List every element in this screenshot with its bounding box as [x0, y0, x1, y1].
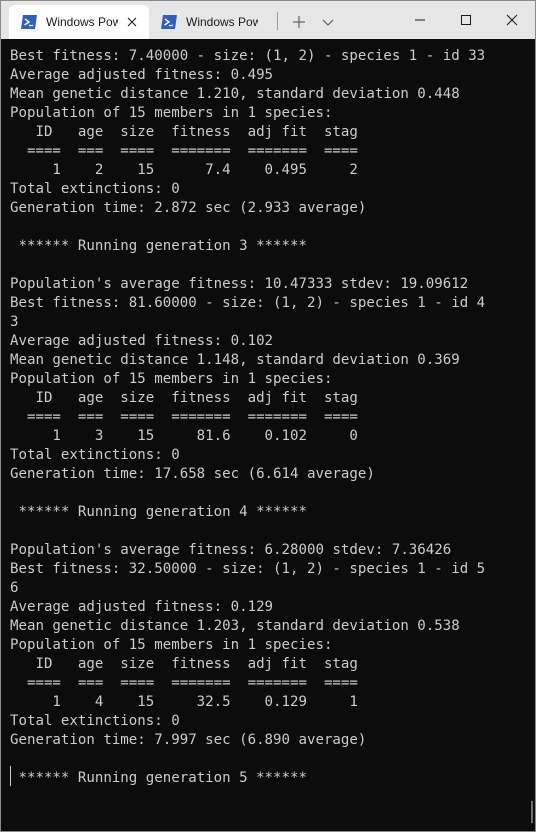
maximize-button[interactable] [443, 1, 489, 39]
terminal-line: Mean genetic distance 1.203, standard de… [10, 618, 460, 634]
window-close-button[interactable] [489, 1, 535, 39]
terminal-line: Population of 15 members in 1 species: [10, 105, 333, 121]
tab-dropdown-button[interactable] [314, 5, 342, 39]
terminal-line: Best fitness: 7.40000 - size: (1, 2) - s… [10, 48, 486, 64]
window-close-icon [506, 14, 518, 26]
terminal-line: Mean genetic distance 1.148, standard de… [10, 352, 460, 368]
close-icon[interactable] [125, 15, 139, 29]
terminal-line: Average adjusted fitness: 0.495 [10, 67, 274, 83]
terminal-line: Total extinctions: 0 [10, 713, 180, 729]
terminal-line: 1 4 15 32.5 0.129 1 [10, 694, 358, 710]
tab-windows-powershell-2[interactable]: Windows PowerShell [149, 5, 277, 39]
text-cursor [10, 766, 11, 786]
terminal-line: ****** Running generation 3 ****** [10, 238, 307, 254]
terminal-line: ID age size fitness adj fit stag [10, 124, 358, 140]
maximize-icon [461, 15, 471, 25]
terminal-line: Generation time: 7.997 sec (6.890 averag… [10, 732, 367, 748]
terminal-line: Best fitness: 32.50000 - size: (1, 2) - … [10, 561, 486, 577]
tab-windows-powershell-1[interactable]: Windows PowerShell [9, 5, 149, 39]
tab-divider [277, 12, 278, 30]
terminal-line: Population's average fitness: 6.28000 st… [10, 542, 452, 558]
powershell-icon [21, 15, 37, 29]
terminal-line: Generation time: 2.872 sec (2.933 averag… [10, 200, 367, 216]
chevron-down-icon [322, 19, 334, 26]
terminal-line: ==== === ==== ======= ======= ==== [10, 409, 358, 425]
terminal-line: Average adjusted fitness: 0.129 [10, 599, 274, 615]
terminal-line: Population of 15 members in 1 species: [10, 371, 333, 387]
terminal-line: Average adjusted fitness: 0.102 [10, 333, 274, 349]
scrollbar[interactable] [531, 801, 533, 823]
window-controls [397, 1, 535, 39]
terminal-line: ****** Running generation 4 ****** [10, 504, 307, 520]
terminal-line: Best fitness: 81.60000 - size: (1, 2) - … [10, 295, 486, 311]
minimize-button[interactable] [397, 1, 443, 39]
terminal-line: 1 3 15 81.6 0.102 0 [10, 428, 358, 444]
terminal-line: Mean genetic distance 1.210, standard de… [10, 86, 460, 102]
tab-label: Windows PowerShell [46, 15, 118, 29]
terminal-line: ==== === ==== ======= ======= ==== [10, 675, 358, 691]
terminal-line: 3 [10, 314, 19, 330]
terminal-line: ID age size fitness adj fit stag [10, 656, 358, 672]
new-tab-button[interactable] [284, 5, 314, 39]
terminal-window: Windows PowerShell Windows PowerShell [0, 0, 536, 832]
terminal-line: ==== === ==== ======= ======= ==== [10, 143, 358, 159]
terminal-line: Population's average fitness: 10.47333 s… [10, 276, 469, 292]
terminal-line: ****** Running generation 5 ****** [10, 770, 307, 786]
terminal-line: ID age size fitness adj fit stag [10, 390, 358, 406]
terminal-line: Population of 15 members in 1 species: [10, 637, 333, 653]
terminal-line: Total extinctions: 0 [10, 181, 180, 197]
terminal-line: Total extinctions: 0 [10, 447, 180, 463]
terminal-output[interactable]: Best fitness: 7.40000 - size: (1, 2) - s… [1, 39, 527, 831]
powershell-icon [161, 15, 177, 29]
terminal-line: Generation time: 17.658 sec (6.614 avera… [10, 466, 375, 482]
minimize-icon [415, 19, 425, 21]
terminal-line: 1 2 15 7.4 0.495 2 [10, 162, 358, 178]
terminal-line: 6 [10, 580, 19, 596]
plus-icon [293, 16, 305, 28]
tab-label: Windows PowerShell [186, 15, 258, 29]
title-bar[interactable]: Windows PowerShell Windows PowerShell [1, 1, 535, 39]
